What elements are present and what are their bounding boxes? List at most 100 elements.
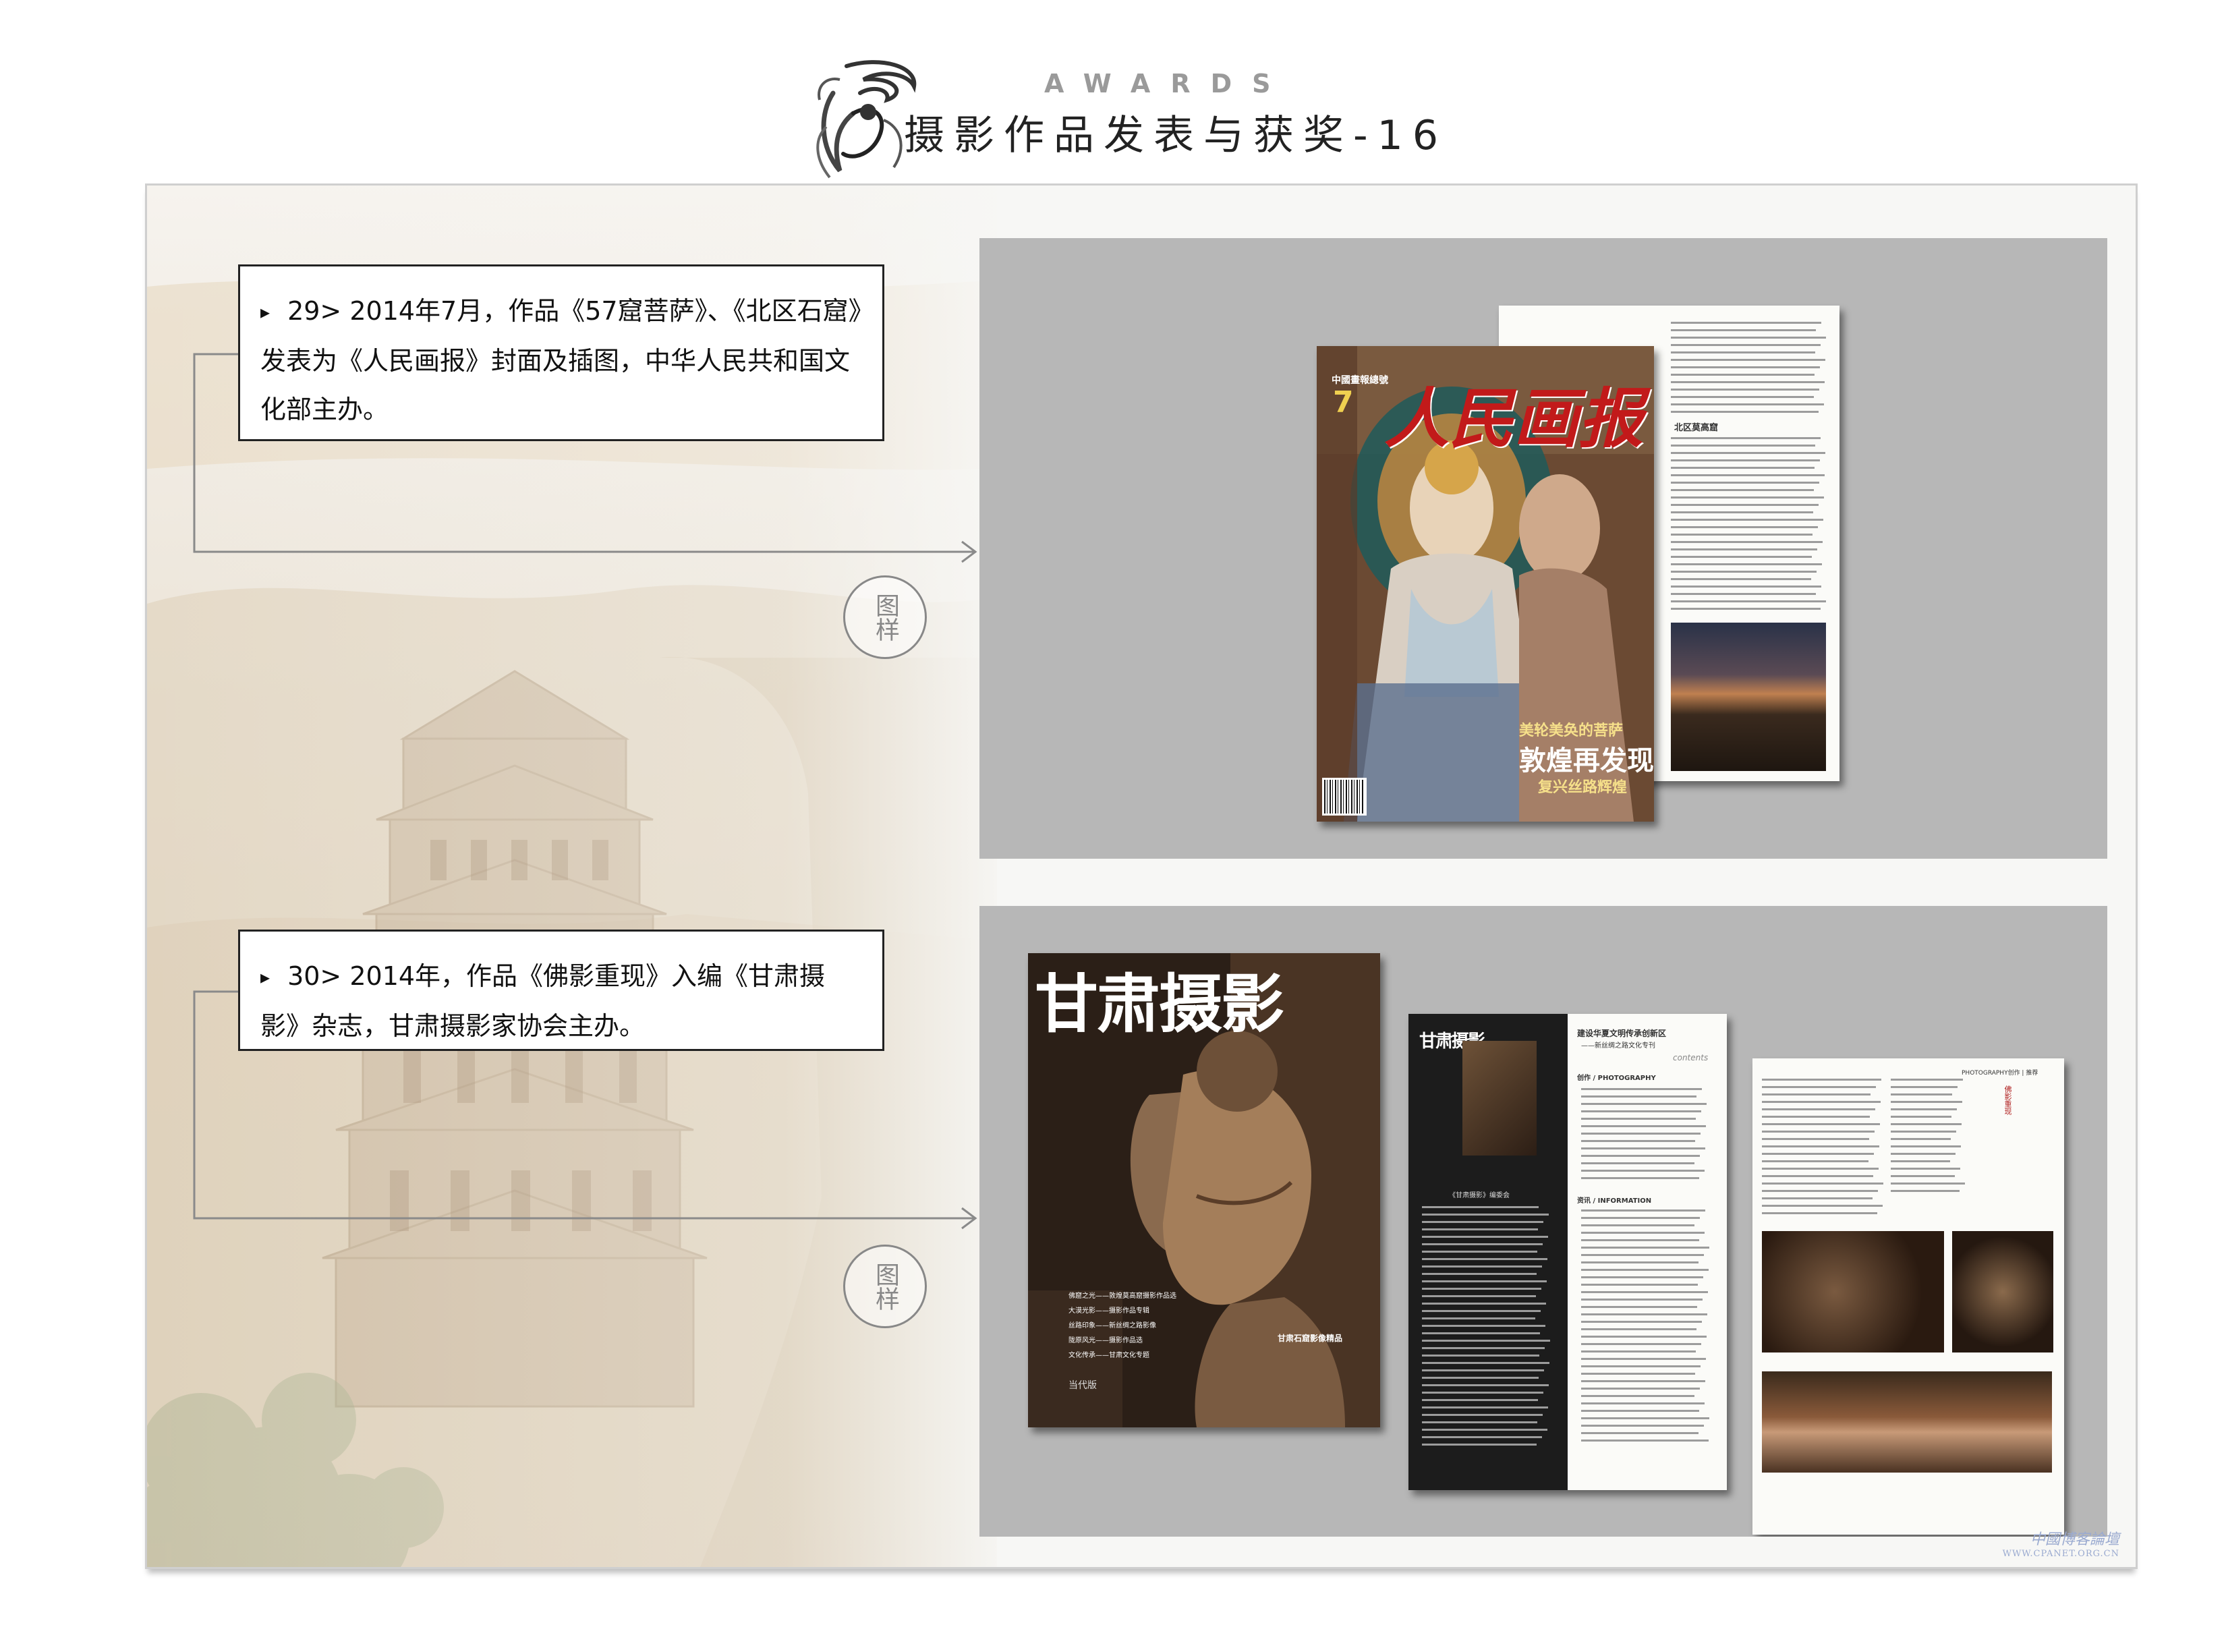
text-line: [1581, 1170, 1705, 1172]
contents-subtitle: ——新丝绸之路文化专刊: [1581, 1042, 1655, 1050]
text-line: [1762, 1123, 1880, 1125]
text-line: [1581, 1103, 1707, 1105]
page-header: AWARDS 摄影作品发表与获奖-16: [0, 0, 2226, 182]
text-line: [1422, 1303, 1546, 1305]
text-line: [1422, 1429, 1547, 1431]
page-title: 摄影作品发表与获奖-16: [904, 112, 1448, 159]
text-line: [1422, 1384, 1549, 1386]
text-line: [1422, 1273, 1537, 1275]
text-line: [1671, 467, 1815, 469]
text-line: [1581, 1291, 1708, 1293]
feature-page: PHOTOGRAPHY创作 | 推荐 佛影重现: [1752, 1058, 2064, 1535]
text-line: [1581, 1155, 1700, 1157]
text-line: [1422, 1340, 1550, 1342]
text-line: [1422, 1325, 1545, 1327]
text-line: [1671, 322, 1821, 324]
cover-masthead: 人民画报: [1384, 380, 1643, 457]
cover-sub-headline: 复兴丝路辉煌: [1538, 779, 1628, 796]
text-line: [1581, 1209, 1705, 1212]
text-line: [1671, 411, 1819, 413]
cover-line: 陇原风光——摄影作品选: [1068, 1337, 1143, 1344]
figure-panel-peoples-pictorial: 北区莫高窟 中國畫報總號 7 人民画报 美轮美奂的菩萨 敦煌再发现 复兴丝路辉煌: [979, 238, 2107, 859]
text-line: [1762, 1160, 1868, 1162]
text-line: [1671, 445, 1815, 447]
text-line: [1581, 1147, 1705, 1149]
text-line: [1581, 1388, 1700, 1390]
text-line: [1581, 1224, 1694, 1226]
text-line: [1762, 1079, 1881, 1081]
award-caption-text: 29> 2014年7月，作品《57窟菩萨》、《北区石窟》发表为《人民画报》封面及…: [260, 296, 861, 424]
text-line: [1891, 1160, 1950, 1162]
text-line: [1762, 1183, 1883, 1185]
text-line: [1581, 1395, 1694, 1397]
text-line: [1891, 1108, 1957, 1110]
text-line: [1422, 1347, 1545, 1349]
contents-page: 甘肃摄影 《甘肃摄影》编委会 建设华夏文明传承创新区 ——新丝绸之路文化专刊 c…: [1408, 1014, 1727, 1490]
text-line: [1422, 1258, 1547, 1260]
cover-edition: 当代版: [1068, 1380, 1097, 1391]
text-line: [1581, 1217, 1700, 1219]
text-line: [1891, 1101, 1962, 1103]
text-line: [1581, 1133, 1701, 1135]
text-line: [1891, 1123, 1962, 1125]
text-line: [1671, 329, 1816, 331]
text-line: [1671, 381, 1825, 383]
text-line: [1671, 571, 1817, 573]
figure-panel-gansu-photography: 甘肃摄影 佛窟之光——敦煌莫高窟摄影作品选 大漠光影——摄影作品专辑 丝路印象—…: [979, 906, 2107, 1537]
text-line: [1581, 1358, 1706, 1360]
text-line: [1581, 1365, 1701, 1367]
text-line: [1671, 504, 1819, 506]
text-line: [1762, 1190, 1878, 1192]
text-line: [1671, 337, 1826, 339]
text-line: [1671, 600, 1826, 602]
text-line: [1891, 1175, 1955, 1177]
spread-heading: 北区莫高窟: [1674, 423, 1719, 433]
feature-title: 佛影重现: [2003, 1085, 2012, 1115]
text-line: [1422, 1392, 1543, 1394]
text-line: [1671, 366, 1820, 368]
text-line: [1422, 1369, 1544, 1371]
text-line: [1581, 1095, 1696, 1098]
text-line: [1581, 1417, 1709, 1419]
text-line: [1671, 474, 1825, 476]
cover-headline-small: 美轮美奂的菩萨: [1519, 722, 1624, 739]
text-line: [1422, 1362, 1549, 1364]
text-line: [1671, 556, 1812, 558]
cover-barcode: [1322, 778, 1367, 816]
text-line: [1891, 1079, 1963, 1081]
award-caption-29: ▸ 29> 2014年7月，作品《57窟菩萨》、《北区石窟》发表为《人民画报》封面…: [238, 264, 884, 441]
text-line: [1891, 1138, 1951, 1140]
text-line: [1422, 1421, 1537, 1423]
text-line: [1671, 586, 1821, 588]
text-line: [1891, 1145, 1961, 1147]
text-line: [1581, 1306, 1697, 1308]
text-line: [1581, 1276, 1703, 1278]
text-line: [1422, 1280, 1547, 1282]
text-line: [1581, 1284, 1698, 1286]
text-line: [1581, 1110, 1701, 1112]
text-line: [1762, 1086, 1876, 1088]
triangle-bullet-icon: ▸: [260, 301, 270, 323]
text-line: [1581, 1440, 1709, 1442]
text-line: [1581, 1380, 1705, 1382]
text-line: [1422, 1436, 1542, 1438]
text-line: [1581, 1118, 1696, 1120]
text-line: [1671, 389, 1819, 391]
text-line: [1762, 1212, 1877, 1214]
text-line: [1422, 1243, 1543, 1245]
text-line: [1581, 1269, 1709, 1271]
text-line: [1422, 1206, 1539, 1208]
feature-photo-small: [1952, 1231, 2053, 1352]
text-line: [1581, 1410, 1699, 1412]
text-line: [1422, 1317, 1535, 1319]
text-line: [1581, 1402, 1705, 1404]
text-line: [1581, 1313, 1707, 1315]
text-line: [1671, 526, 1818, 528]
text-line: [1581, 1350, 1696, 1352]
cover-caption: 甘肃石窟影像精品: [1278, 1334, 1343, 1343]
text-line: [1581, 1425, 1704, 1427]
text-line: [1671, 519, 1823, 521]
text-line: [1671, 593, 1816, 595]
text-line: [1422, 1228, 1538, 1230]
text-line: [1671, 534, 1813, 536]
